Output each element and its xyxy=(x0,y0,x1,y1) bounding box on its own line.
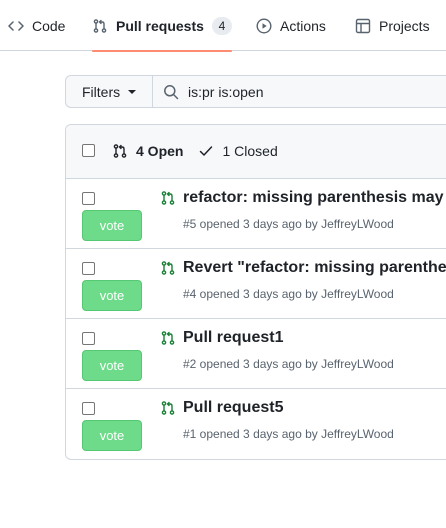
pull-request-title-link[interactable]: Revert "refactor: missing parenthe xyxy=(183,259,446,277)
list-item: vote Pull request1 #2 opened 3 days ago … xyxy=(66,319,446,389)
code-icon xyxy=(8,18,24,34)
closed-count-label: 1 Closed xyxy=(222,143,278,159)
list-item: vote Revert "refactor: missing parenthe … xyxy=(66,249,446,319)
git-pull-request-open-icon xyxy=(161,261,175,275)
pull-request-meta: #5 opened 3 days ago by JeffreyLWood xyxy=(183,217,394,231)
pull-request-title-link[interactable]: Pull request5 xyxy=(183,399,283,417)
search-input[interactable]: is:pr is:open xyxy=(153,75,446,108)
open-filter-link[interactable]: 4 Open xyxy=(112,143,183,159)
closed-filter-link[interactable]: 1 Closed xyxy=(198,143,278,159)
tab-pull-requests-label: Pull requests xyxy=(116,17,204,34)
tab-projects-label: Projects xyxy=(379,17,430,34)
tab-pull-requests[interactable]: Pull requests 4 xyxy=(92,0,232,52)
list-header: 4 Open 1 Closed xyxy=(66,125,446,179)
filters-button[interactable]: Filters xyxy=(65,75,153,108)
play-icon xyxy=(256,17,272,34)
pull-request-title-link[interactable]: Pull request1 xyxy=(183,329,283,347)
search-icon xyxy=(164,84,179,99)
tab-actions-label: Actions xyxy=(280,17,326,34)
open-count-label: 4 Open xyxy=(136,143,184,159)
list-item: vote refactor: missing parenthesis may #… xyxy=(66,179,446,249)
tab-code[interactable]: Code xyxy=(8,0,65,51)
pull-request-title-link[interactable]: refactor: missing parenthesis may xyxy=(183,189,444,207)
list-item: vote Pull request5 #1 opened 3 days ago … xyxy=(66,389,446,459)
git-pull-request-open-icon xyxy=(161,191,175,205)
tab-projects[interactable]: Projects xyxy=(355,0,430,51)
git-pull-request-icon xyxy=(92,18,108,34)
row-checkbox[interactable] xyxy=(82,192,95,205)
repo-tab-nav: Code Pull requests 4 Actions Projects xyxy=(0,0,446,52)
pull-requests-count-badge: 4 xyxy=(211,16,232,35)
tab-code-label: Code xyxy=(32,17,66,34)
vote-button[interactable]: vote xyxy=(82,350,142,381)
git-pull-request-open-icon xyxy=(161,401,175,415)
search-input-value: is:pr is:open xyxy=(188,83,264,100)
filter-bar: Filters is:pr is:open xyxy=(65,75,446,108)
pull-request-list: 4 Open 1 Closed vote refactor: missing p… xyxy=(65,124,446,460)
select-all-checkbox[interactable] xyxy=(82,144,95,157)
caret-down-icon xyxy=(128,89,137,94)
tab-actions[interactable]: Actions xyxy=(256,0,326,51)
state-toggles: 4 Open 1 Closed xyxy=(112,143,278,159)
pull-request-meta: #2 opened 3 days ago by JeffreyLWood xyxy=(183,357,394,371)
table-icon xyxy=(355,18,371,34)
vote-button[interactable]: vote xyxy=(82,420,142,451)
row-checkbox[interactable] xyxy=(82,332,95,345)
filters-label: Filters xyxy=(82,83,121,100)
row-checkbox[interactable] xyxy=(82,262,95,275)
row-checkbox[interactable] xyxy=(82,402,95,415)
vote-button[interactable]: vote xyxy=(82,280,142,311)
vote-button[interactable]: vote xyxy=(82,210,142,241)
check-icon xyxy=(200,146,213,156)
git-pull-request-icon xyxy=(113,144,127,158)
pull-request-meta: #4 opened 3 days ago by JeffreyLWood xyxy=(183,287,394,301)
git-pull-request-open-icon xyxy=(161,331,175,345)
pull-request-meta: #1 opened 3 days ago by JeffreyLWood xyxy=(183,427,394,441)
